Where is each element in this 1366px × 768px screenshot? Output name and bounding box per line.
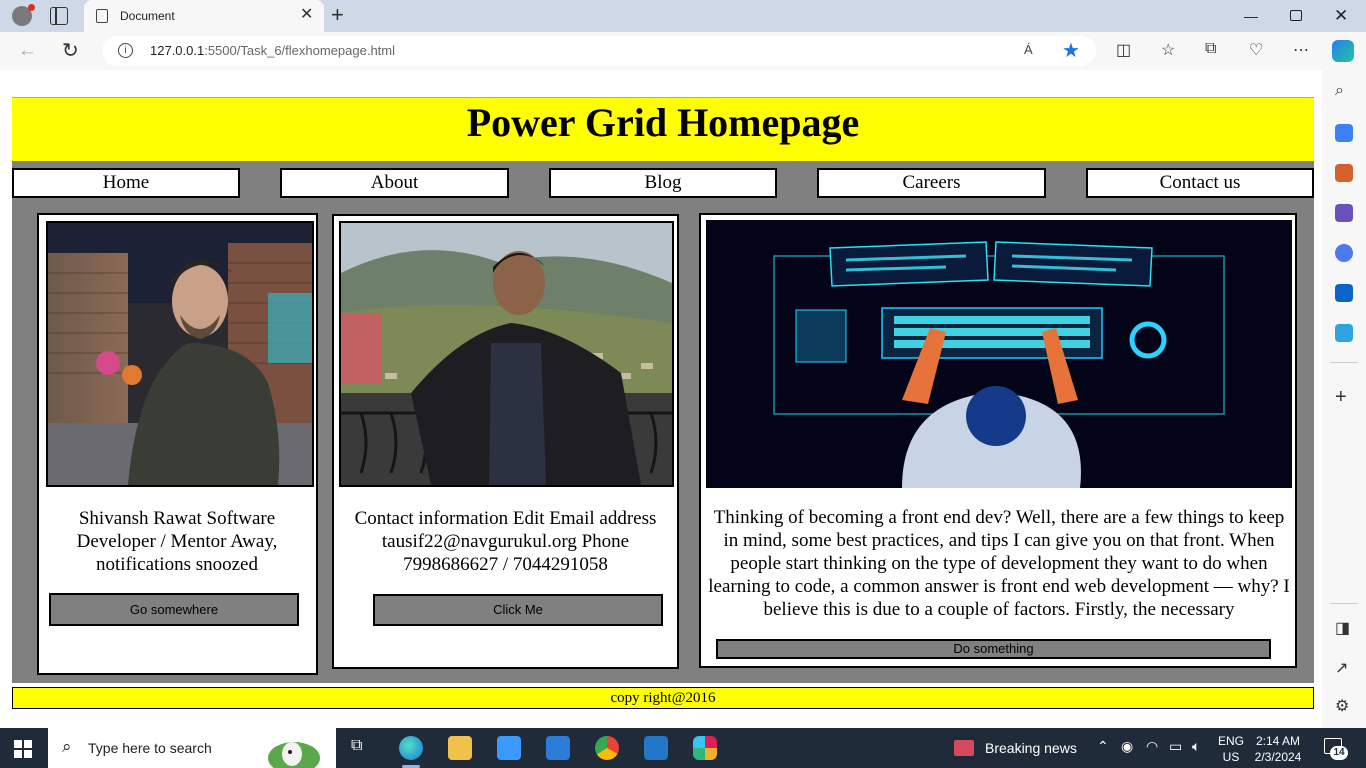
- edge-icon[interactable]: [399, 736, 423, 760]
- open-external-icon[interactable]: ↗: [1335, 658, 1348, 678]
- meet-now-icon[interactable]: ◉: [1121, 738, 1133, 755]
- search-highlight-icon: [268, 742, 320, 768]
- windows-start-icon[interactable]: [14, 740, 32, 758]
- favorites-icon[interactable]: ☆: [1161, 40, 1175, 60]
- card-image: [706, 220, 1292, 488]
- games-icon[interactable]: [1335, 204, 1353, 222]
- clock[interactable]: 2:14 AM 2/3/2024: [1252, 733, 1304, 765]
- taskbar-search[interactable]: ⌕ Type here to search: [48, 728, 336, 768]
- card-text: Shivansh Rawat Software Developer / Ment…: [76, 508, 278, 575]
- store-icon[interactable]: [497, 736, 521, 760]
- page-footer: copy right@2016: [12, 687, 1314, 709]
- volume-icon[interactable]: 🔈︎: [1192, 738, 1200, 755]
- maximize-icon[interactable]: [1290, 10, 1302, 21]
- news-icon[interactable]: [954, 740, 974, 756]
- sidebar-divider: [1330, 362, 1358, 363]
- copilot-icon[interactable]: [1332, 40, 1354, 62]
- content-grid: Home About Blog Careers Contact us Shiva…: [12, 161, 1314, 683]
- portrait-photo: [48, 223, 312, 485]
- page-viewport: Power Grid Homepage Home About Blog Care…: [4, 70, 1322, 728]
- windows-taskbar: ⌕ Type here to search ⧉ Breaking news ⌃ …: [0, 728, 1366, 768]
- card-image: [46, 221, 314, 487]
- news-text[interactable]: Breaking news: [985, 740, 1077, 756]
- go-somewhere-button[interactable]: Go somewhere: [49, 593, 299, 626]
- chrome-icon[interactable]: [595, 736, 619, 760]
- new-tab-icon[interactable]: +: [331, 4, 344, 26]
- nav-about[interactable]: About: [280, 168, 509, 198]
- tray-chevron-icon[interactable]: ⌃: [1097, 738, 1109, 755]
- browser-essentials-icon[interactable]: ♡: [1249, 40, 1263, 60]
- search-icon: ⌕: [62, 737, 72, 756]
- outlook-icon[interactable]: [1335, 284, 1353, 302]
- close-window-icon[interactable]: ✕: [1334, 6, 1348, 26]
- minimize-icon[interactable]: —: [1244, 8, 1258, 24]
- contact-card-tausif: Contact information Edit Email address t…: [332, 214, 679, 669]
- wifi-icon[interactable]: ◠: [1146, 738, 1158, 755]
- mail-icon[interactable]: [546, 736, 570, 760]
- notifications-badge: 14: [1330, 746, 1348, 760]
- page-title: Power Grid Homepage: [466, 100, 860, 145]
- page-header: Power Grid Homepage: [12, 97, 1314, 161]
- microsoft365-icon[interactable]: [1335, 244, 1353, 262]
- collections-icon[interactable]: ⧉: [1205, 40, 1216, 58]
- do-something-button[interactable]: Do something: [716, 639, 1271, 659]
- favorite-star-icon[interactable]: ★: [1062, 38, 1080, 63]
- portrait-photo: [341, 223, 672, 485]
- edge-sidebar: ⌕ + ◨ ↗ ⚙: [1322, 70, 1366, 728]
- more-menu-icon[interactable]: ⋯: [1293, 40, 1309, 60]
- back-arrow-icon[interactable]: ←: [18, 40, 37, 62]
- sidebar-divider: [1330, 603, 1358, 604]
- tab-title: Document: [120, 9, 175, 23]
- nav-blog[interactable]: Blog: [549, 168, 777, 198]
- taskbar-search-text: Type here to search: [88, 740, 212, 756]
- drop-icon[interactable]: [1335, 324, 1353, 342]
- search-icon[interactable]: ⌕: [1335, 82, 1344, 100]
- nav-careers[interactable]: Careers: [817, 168, 1046, 198]
- battery-icon[interactable]: ▭: [1169, 738, 1182, 755]
- address-bar[interactable]: i 127.0.0.1:5500/Task_6/flexhomepage.htm…: [102, 36, 1096, 66]
- nav-home[interactable]: Home: [12, 168, 240, 198]
- language-indicator[interactable]: ENG US: [1218, 733, 1244, 765]
- sidebar-panel-icon[interactable]: ◨: [1335, 618, 1350, 638]
- page-icon: [96, 9, 108, 23]
- shopping-icon[interactable]: [1335, 124, 1353, 142]
- file-explorer-icon[interactable]: [448, 736, 472, 760]
- browser-titlebar: Document ✕ + — ✕: [0, 0, 1366, 32]
- developer-illustration: [706, 220, 1292, 488]
- refresh-icon[interactable]: ↻: [62, 38, 79, 63]
- split-screen-icon[interactable]: ◫: [1116, 40, 1131, 60]
- card-text: Thinking of becoming a front end dev? We…: [708, 507, 1290, 620]
- profile-card-shivansh: Shivansh Rawat Software Developer / Ment…: [37, 213, 318, 675]
- read-aloud-icon[interactable]: Á: [1024, 42, 1033, 57]
- add-icon[interactable]: +: [1335, 386, 1347, 409]
- card-image: [339, 221, 674, 487]
- site-info-icon[interactable]: i: [118, 43, 133, 58]
- task-view-icon[interactable]: ⧉: [351, 737, 362, 755]
- article-card-frontend: Thinking of becoming a front end dev? We…: [699, 213, 1297, 668]
- slack-icon[interactable]: [693, 736, 717, 760]
- tools-icon[interactable]: [1335, 164, 1353, 182]
- settings-gear-icon[interactable]: ⚙: [1335, 696, 1349, 716]
- vscode-icon[interactable]: [644, 736, 668, 760]
- card-text: Contact information Edit Email address t…: [354, 508, 657, 575]
- tab-actions-icon[interactable]: [50, 7, 68, 25]
- profile-alert-badge: [28, 4, 35, 11]
- url-text[interactable]: 127.0.0.1:5500/Task_6/flexhomepage.html: [150, 43, 395, 58]
- click-me-button[interactable]: Click Me: [373, 594, 663, 626]
- tab-close-icon[interactable]: ✕: [300, 7, 313, 23]
- tab-document[interactable]: Document ✕: [84, 0, 324, 32]
- nav-contact-us[interactable]: Contact us: [1086, 168, 1314, 198]
